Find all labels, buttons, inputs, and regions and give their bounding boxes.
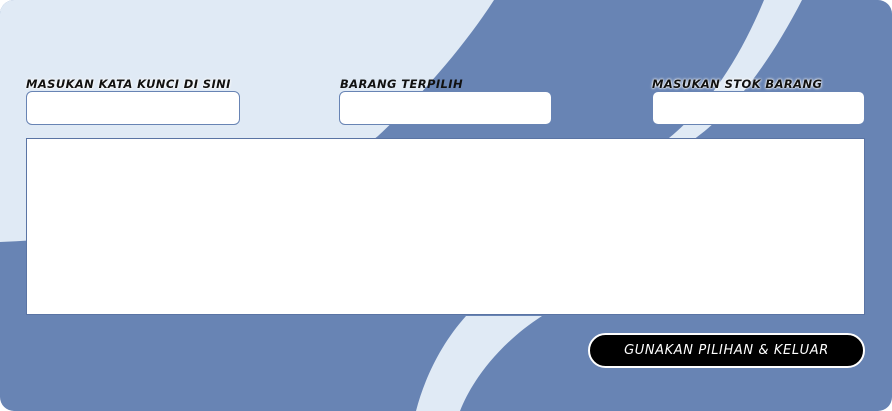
item-results-list[interactable]: [26, 138, 865, 315]
apply-selection-button[interactable]: GUNAKAN PILIHAN & KELUAR: [588, 333, 865, 368]
stock-input[interactable]: [652, 91, 865, 125]
selected-item-field[interactable]: [339, 91, 552, 125]
item-picker-dialog: MASUKAN KATA KUNCI DI SINI BARANG TERPIL…: [0, 0, 892, 411]
apply-selection-button-label: GUNAKAN PILIHAN & KELUAR: [624, 343, 829, 358]
selected-item-label: BARANG TERPILIH: [340, 77, 463, 91]
keyword-input[interactable]: [26, 91, 240, 125]
keyword-label: MASUKAN KATA KUNCI DI SINI: [26, 77, 231, 91]
stock-label: MASUKAN STOK BARANG: [652, 77, 823, 91]
